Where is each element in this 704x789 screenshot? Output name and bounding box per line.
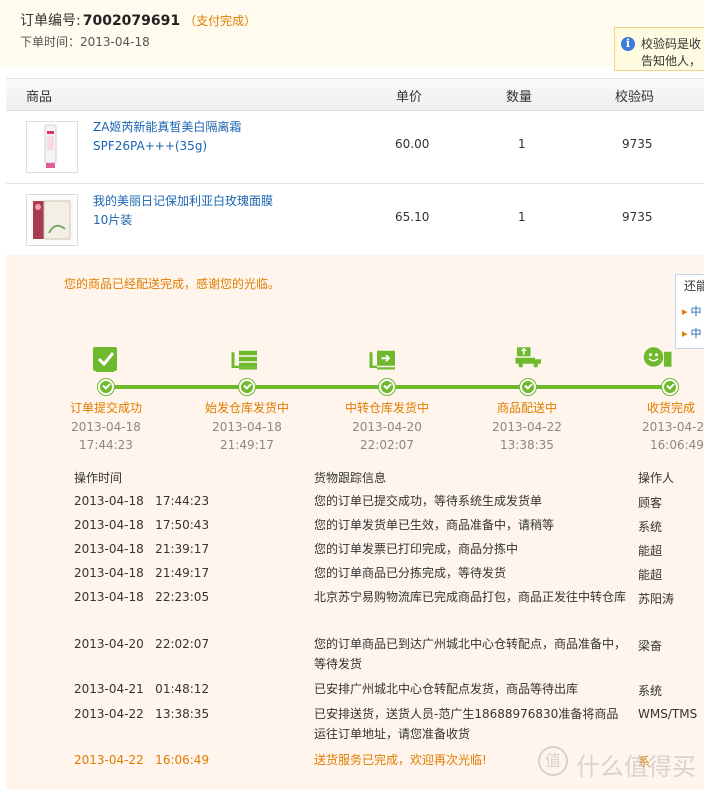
header-code: 校验码 xyxy=(615,90,655,105)
product-image-tube xyxy=(44,124,57,168)
log-time: 2013-04-18 22:23:05 xyxy=(74,590,210,604)
step-label: 商品配送中 xyxy=(496,401,557,415)
step-date: 2013-04-20 xyxy=(352,420,422,434)
product-price: 65.10 xyxy=(395,210,430,224)
product-quantity: 1 xyxy=(518,137,526,151)
log-info: 您的订单已提交成功，等待系统生成发货单 xyxy=(314,494,543,508)
log-time: 2013-04-21 01:48:12 xyxy=(74,682,210,696)
tracking-panel: 您的商品已经配送完成，感谢您的光临。 还能 ▸ 中 ▸ 中 订单提交成功 201… xyxy=(6,255,704,789)
log-operator: 苏阳涛 xyxy=(638,592,675,606)
header-price: 单价 xyxy=(396,90,423,105)
step-label: 始发仓库发货中 xyxy=(204,401,289,415)
log-operator: 系统 xyxy=(638,684,663,698)
order-status: （支付完成） xyxy=(184,14,257,28)
log-time: 2013-04-22 16:06:49 xyxy=(74,753,210,767)
product-quantity: 1 xyxy=(518,210,526,224)
log-operator: WMS/TMS xyxy=(638,707,698,721)
step-label: 收货完成 xyxy=(647,401,696,415)
product-code: 9735 xyxy=(622,137,653,151)
log-info: 已安排送货，送货人员-范广生18688976830准备将商品运往订单地址，请您准… xyxy=(314,707,619,741)
log-info: 已安排广州城北中心仓转配点发货，商品等待出库 xyxy=(314,682,579,696)
step-date: 2013-04-18 xyxy=(212,420,282,434)
header-product: 商品 xyxy=(26,90,53,105)
product-image-mask-box xyxy=(30,198,74,242)
log-time: 2013-04-18 21:49:17 xyxy=(74,566,210,580)
product-name-link[interactable]: 我的美丽日记保加利亚白玫瑰面膜10片装 xyxy=(93,192,273,230)
order-header: 订单编号: 7002079691 （支付完成） 下单时间：2013-04-18 xyxy=(0,0,704,66)
log-operator: 梁奋 xyxy=(638,639,663,653)
step-label: 中转仓库发货中 xyxy=(344,401,429,415)
log-time: 2013-04-18 17:50:43 xyxy=(74,518,210,532)
product-code: 9735 xyxy=(622,210,653,224)
log-operator: 能超 xyxy=(638,544,663,558)
product-name-link[interactable]: ZA姬芮新能真皙美白隔离霜SPF26PA+++(35g) xyxy=(93,118,273,156)
log-info: 您的订单商品已分拣完成，等待发货 xyxy=(314,566,507,580)
step-dot xyxy=(379,379,395,395)
step-date: 2013-04-18 xyxy=(71,420,141,434)
info-icon: i xyxy=(621,37,635,51)
step-date: 2013-04-22 xyxy=(492,420,562,434)
log-info: 您的订单商品已到达广州城北中心仓转配点，商品准备中，等待发货 xyxy=(314,637,627,671)
log-header-operator: 操作人 xyxy=(638,471,675,485)
log-info: 您的订单发票已打印完成，商品分拣中 xyxy=(314,542,519,556)
product-thumbnail[interactable] xyxy=(26,121,78,173)
log-info: 您的订单发货单已生效，商品准备中，请稍等 xyxy=(314,518,555,532)
step-time: 21:49:17 xyxy=(220,438,274,452)
watermark-text: 什么值得买 xyxy=(576,753,696,781)
product-price: 60.00 xyxy=(395,137,430,151)
delivery-truck-icon xyxy=(515,347,541,368)
step-time: 22:02:07 xyxy=(360,438,414,452)
step-time: 13:38:35 xyxy=(500,438,554,452)
product-table: 商品 单价 数量 校验码 ZA姬芮新能真皙美白隔离霜SPF26PA+++(35g… xyxy=(6,78,704,257)
log-info: 北京苏宁易购物流库已完成商品打包，商品正发往中转仓库 xyxy=(314,590,627,604)
product-thumbnail[interactable] xyxy=(26,194,78,246)
log-time: 2013-04-20 22:02:07 xyxy=(74,637,210,651)
received-smile-icon xyxy=(643,347,672,367)
log-time: 2013-04-22 13:38:35 xyxy=(74,707,210,721)
order-number-label: 订单编号: xyxy=(20,13,81,29)
table-header: 商品 单价 数量 校验码 xyxy=(6,78,704,111)
watermark-circle-icon: 值 xyxy=(538,746,568,776)
log-operator: 顾客 xyxy=(638,496,663,510)
order-date: 下单时间：2013-04-18 xyxy=(20,35,150,49)
step-time: 17:44:23 xyxy=(79,438,133,452)
table-row: ZA姬芮新能真皙美白隔离霜SPF26PA+++(35g) 60.00 1 973… xyxy=(6,111,704,184)
log-time: 2013-04-18 21:39:17 xyxy=(74,542,210,556)
table-row: 我的美丽日记保加利亚白玫瑰面膜10片装 65.10 1 9735 xyxy=(6,184,704,257)
log-operator: 能超 xyxy=(638,568,663,582)
step-dot xyxy=(662,379,678,395)
watermark-logo: 值 什么值得买 xyxy=(538,744,704,781)
transfer-warehouse-icon xyxy=(369,350,395,370)
step-dot xyxy=(239,379,255,395)
step-dot xyxy=(98,379,114,395)
tip-line-1: 校验码是收 xyxy=(641,37,702,51)
verification-tip: i 校验码是收 告知他人， xyxy=(614,27,704,71)
log-operator: 系统 xyxy=(638,520,663,534)
step-dot xyxy=(520,379,536,395)
order-submitted-icon xyxy=(93,347,117,372)
log-time: 2013-04-18 17:44:23 xyxy=(74,494,210,508)
log-header-info: 货物跟踪信息 xyxy=(314,471,387,485)
log-header-time: 操作时间 xyxy=(74,471,123,485)
step-time: 16:06:49 xyxy=(650,438,704,452)
tip-line-2: 告知他人， xyxy=(641,54,702,68)
step-date: 2013-04-22 xyxy=(642,420,704,434)
header-quantity: 数量 xyxy=(506,90,533,105)
order-number: 7002079691 xyxy=(82,13,181,29)
step-label: 订单提交成功 xyxy=(69,401,142,415)
order-number-line: 订单编号: 7002079691 （支付完成） xyxy=(20,10,256,30)
warehouse-ship-icon xyxy=(231,350,257,370)
